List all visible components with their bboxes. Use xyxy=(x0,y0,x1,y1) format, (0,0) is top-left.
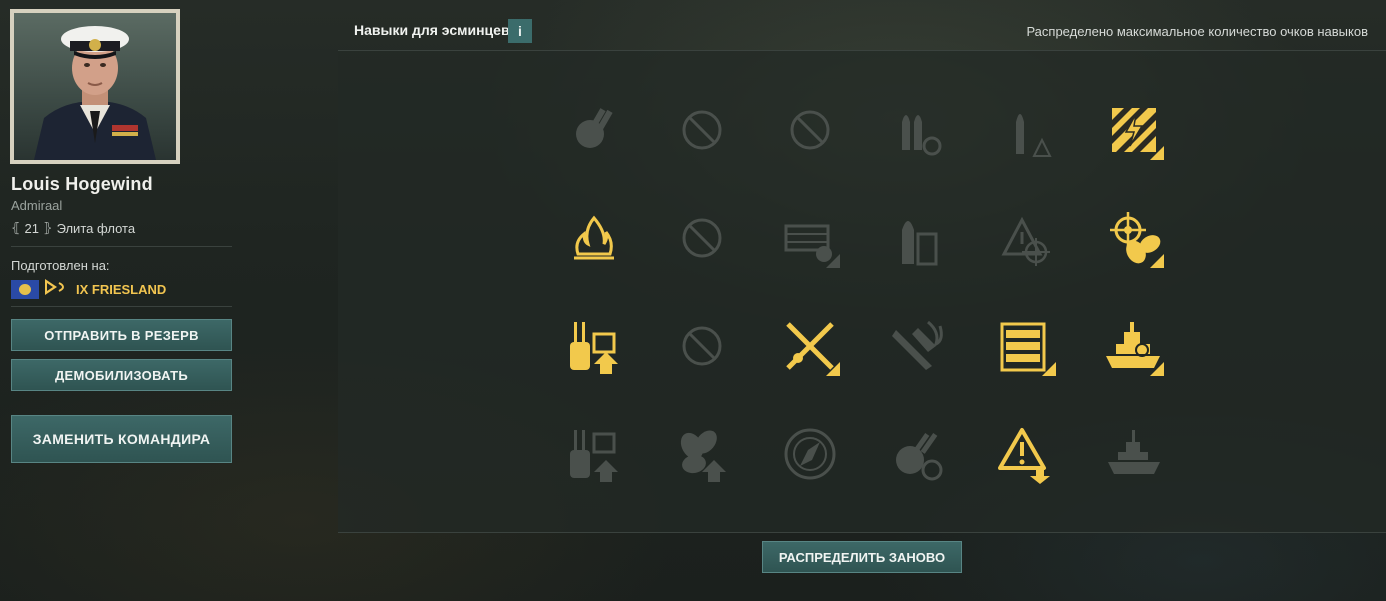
ammo-shell-icon[interactable] xyxy=(888,208,948,268)
shell-reload-icon[interactable] xyxy=(888,100,948,160)
helm-propeller-icon[interactable] xyxy=(1104,208,1164,268)
turret-upgrade-2-icon[interactable] xyxy=(564,424,624,484)
demobilize-button[interactable]: ДЕМОБИЛИЗОВАТЬ xyxy=(11,359,232,391)
skills-title: Навыки для эсминцев xyxy=(354,22,510,38)
commander-portrait xyxy=(10,9,180,164)
burning-plane-icon[interactable] xyxy=(888,316,948,376)
propeller-upgrade-icon[interactable] xyxy=(672,424,732,484)
warning-down-icon[interactable] xyxy=(996,424,1056,484)
laurel-right-icon: ⦄ xyxy=(43,220,53,235)
compass-icon[interactable] xyxy=(780,424,840,484)
unavailable-icon[interactable] xyxy=(672,208,732,268)
aa-reload-icon[interactable] xyxy=(888,424,948,484)
send-to-reserve-button[interactable]: ОТПРАВИТЬ В РЕЗЕРВ xyxy=(11,319,232,351)
trained-ship: IX FRIESLAND xyxy=(11,277,166,302)
elite-label: Элита флота xyxy=(56,220,136,236)
priority-target-hazard-icon[interactable] xyxy=(1104,100,1164,160)
skills-panel xyxy=(338,51,1386,532)
commander-name: Louis Hogewind xyxy=(11,174,153,194)
unavailable-icon[interactable] xyxy=(780,100,840,160)
info-button[interactable]: i xyxy=(508,19,532,43)
points-value: 21 xyxy=(24,220,40,236)
turret-upgrade-icon[interactable] xyxy=(564,316,624,376)
replace-commander-button[interactable]: ЗАМЕНИТЬ КОМАНДИРА xyxy=(11,415,232,463)
laurel-left-icon: ⦃ xyxy=(11,220,21,235)
gun-feeder-icon[interactable] xyxy=(564,100,624,160)
crossed-weapons-icon[interactable] xyxy=(780,316,840,376)
netherlands-flag-icon xyxy=(11,280,39,299)
torpedo-rack-icon[interactable] xyxy=(996,316,1056,376)
fire-icon[interactable] xyxy=(564,208,624,268)
divider xyxy=(11,306,232,307)
trained-for-label: Подготовлен на: xyxy=(11,258,110,273)
divider xyxy=(11,246,232,247)
divider xyxy=(338,532,1386,533)
unavailable-icon[interactable] xyxy=(672,316,732,376)
torpedo-launcher-icon[interactable] xyxy=(780,208,840,268)
commander-elite-points: ⦃ 21 ⦄ Элита флота xyxy=(11,220,135,236)
commander-rank: Admiraal xyxy=(11,198,63,213)
ship-name: IX FRIESLAND xyxy=(76,282,167,297)
skill-points-status: Распределено максимальное количество очк… xyxy=(1026,24,1368,39)
ship-silhouette-icon[interactable] xyxy=(1104,424,1164,484)
destroyer-class-icon xyxy=(43,277,69,302)
warning-aim-icon[interactable] xyxy=(996,208,1056,268)
redistribute-button[interactable]: РАСПРЕДЕЛИТЬ ЗАНОВО xyxy=(762,541,962,573)
shell-warning-icon[interactable] xyxy=(996,100,1056,160)
unavailable-icon[interactable] xyxy=(672,100,732,160)
battleship-icon[interactable] xyxy=(1104,316,1164,376)
